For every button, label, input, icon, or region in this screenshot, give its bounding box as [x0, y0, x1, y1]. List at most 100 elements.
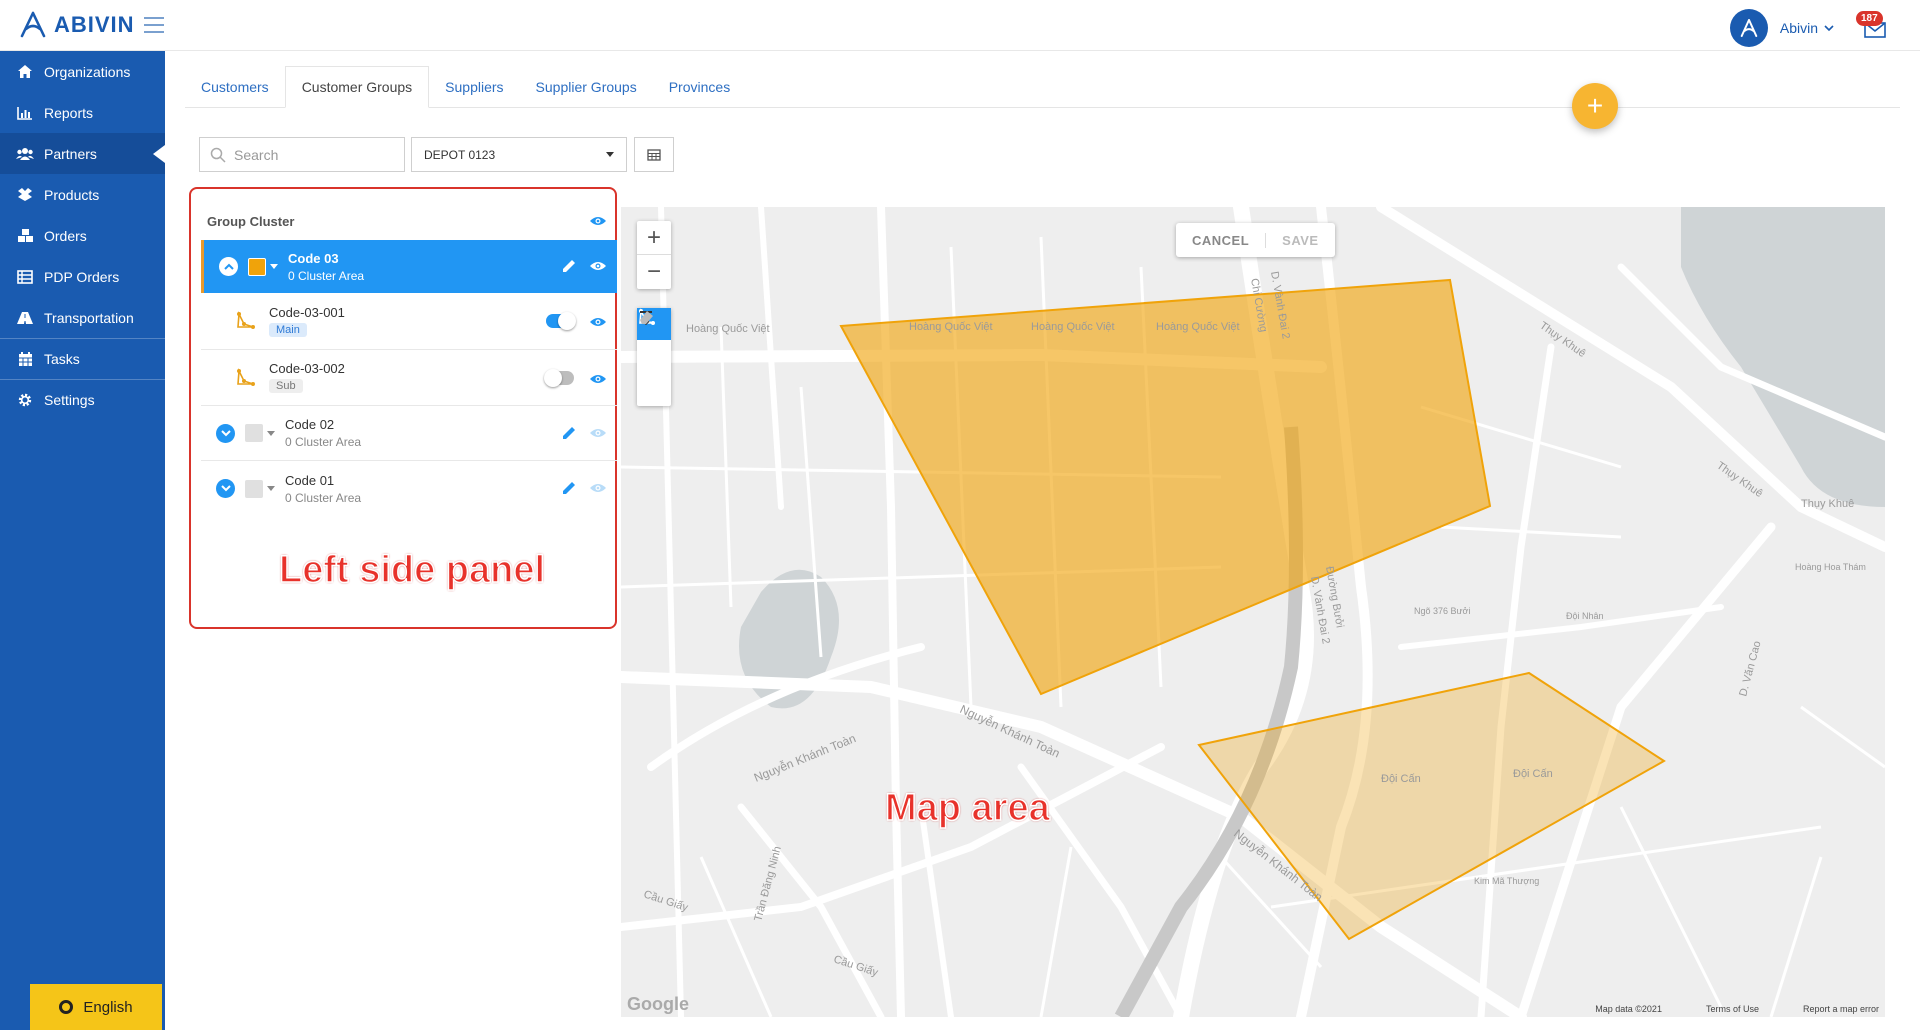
chevron-down-icon: [1824, 25, 1834, 32]
edit-shape-button[interactable]: [637, 311, 671, 372]
sidebar-item-tasks[interactable]: Tasks: [0, 338, 165, 379]
google-logo: Google: [627, 994, 689, 1014]
street-label: Kim Mã Thượng: [1474, 876, 1539, 886]
map-area-annotation: Map area: [884, 786, 1050, 830]
table-view-button[interactable]: [634, 137, 674, 172]
map-canvas[interactable]: Hoàng Quốc Việt Hoàng Quốc Việt Hoàng Qu…: [621, 207, 1885, 1017]
street-label: Hoàng Quốc Việt: [909, 321, 993, 333]
user-name: Abivin: [1779, 20, 1818, 36]
notification-badge: 187: [1856, 11, 1883, 26]
eye-icon[interactable]: [589, 373, 607, 385]
sidebar-item-organizations[interactable]: Organizations: [0, 51, 165, 92]
color-swatch[interactable]: [245, 424, 263, 442]
map-area[interactable]: Hoàng Quốc Việt Hoàng Quốc Việt Hoàng Qu…: [621, 207, 1885, 1017]
group-row-code-01[interactable]: Code 01 0 Cluster Area: [201, 461, 617, 516]
tab-provinces[interactable]: Provinces: [653, 66, 746, 108]
eye-icon[interactable]: [589, 427, 607, 439]
cluster-polygon-main: [839, 278, 1492, 696]
sidebar-item-label: Partners: [44, 145, 97, 162]
avatar[interactable]: [1729, 9, 1768, 47]
language-circle-icon: [59, 1000, 74, 1014]
user-menu[interactable]: Abivin: [1780, 20, 1834, 36]
cluster-row-code-03-002[interactable]: Code-03-002 Sub: [201, 350, 617, 406]
add-button[interactable]: +: [1572, 83, 1618, 129]
table-icon: [647, 148, 661, 161]
tab-supplier-groups[interactable]: Supplier Groups: [520, 66, 653, 108]
sidebar-item-products[interactable]: Products: [0, 174, 165, 215]
color-swatch[interactable]: [245, 479, 263, 498]
report-link[interactable]: Report a map error: [1803, 1004, 1879, 1014]
depot-value: DEPOT 0123: [424, 147, 496, 162]
group-code: Code 01: [285, 472, 335, 488]
street-label: D. Văn Cao: [1737, 640, 1763, 698]
app-logo-text: ABIVIN: [54, 12, 135, 37]
language-button[interactable]: English: [30, 984, 162, 1030]
sidebar-item-pdp-orders[interactable]: PDP Orders: [0, 256, 165, 297]
eye-icon[interactable]: [589, 316, 607, 328]
tag-sub: Sub: [269, 379, 303, 393]
expand-icon[interactable]: [216, 423, 235, 443]
tab-customer-groups[interactable]: Customer Groups: [284, 66, 430, 108]
group-subtitle: 0 Cluster Area: [288, 268, 365, 283]
map-edit-actions: CANCEL SAVE: [1176, 223, 1335, 257]
cluster-toggle[interactable]: [544, 369, 574, 387]
caret-down-icon: [606, 152, 614, 157]
language-label: English: [83, 998, 133, 1016]
partner-tabs: Customers Customer Groups Suppliers Supp…: [185, 66, 1900, 108]
cubes-icon: [16, 227, 34, 245]
save-button[interactable]: SAVE: [1266, 233, 1334, 248]
group-row-code-02[interactable]: Code 02 0 Cluster Area: [201, 406, 617, 461]
sidebar-item-transportation[interactable]: Transportation: [0, 297, 165, 338]
sidebar-item-label: Transportation: [44, 309, 134, 326]
depot-select[interactable]: DEPOT 0123: [411, 137, 627, 172]
caret-down-icon[interactable]: [270, 264, 278, 269]
left-panel-annotation: Left side panel: [278, 548, 546, 592]
edit-pencil-icon[interactable]: [561, 258, 577, 274]
sidebar-item-reports[interactable]: Reports: [0, 92, 165, 133]
edit-pencil-icon[interactable]: [561, 425, 577, 441]
abivin-avatar-icon: [1740, 18, 1758, 38]
street-label: Đội Cấn: [1381, 773, 1421, 785]
gear-icon: [16, 391, 34, 409]
list-icon: [16, 268, 34, 286]
abivin-logo-icon: [20, 11, 46, 38]
eye-icon[interactable]: [589, 482, 607, 494]
map-data-text: Map data ©2021: [1595, 1004, 1662, 1014]
caret-down-icon[interactable]: [267, 430, 275, 436]
zoom-in-button[interactable]: +: [637, 221, 671, 255]
caret-down-icon[interactable]: [267, 486, 275, 491]
tab-suppliers[interactable]: Suppliers: [429, 66, 519, 108]
cancel-button[interactable]: CANCEL: [1176, 232, 1267, 248]
expand-icon[interactable]: [216, 479, 235, 498]
zoom-controls: + −: [637, 221, 671, 289]
tab-customers[interactable]: Customers: [185, 66, 285, 108]
edit-pencil-icon[interactable]: [561, 480, 577, 496]
search-icon: [210, 147, 226, 163]
collapse-icon[interactable]: [219, 257, 238, 276]
color-swatch[interactable]: [248, 257, 266, 276]
group-subtitle: 0 Cluster Area: [285, 435, 362, 449]
notification-button[interactable]: 187: [1856, 11, 1890, 43]
users-icon: [16, 145, 34, 163]
group-subtitle: 0 Cluster Area: [285, 490, 362, 505]
cluster-row-code-03-001[interactable]: Code-03-001 Main: [201, 293, 617, 350]
terms-link[interactable]: Terms of Use: [1706, 1004, 1759, 1014]
sidebar-item-settings[interactable]: Settings: [0, 379, 165, 420]
cluster-polygon-sub: [1197, 671, 1666, 941]
sidebar-item-orders[interactable]: Orders: [0, 215, 165, 256]
group-row-code-03[interactable]: Code 03 0 Cluster Area: [201, 240, 617, 293]
app-logo[interactable]: ABIVIN: [18, 10, 135, 40]
sidebar-item-label: Tasks: [44, 351, 80, 367]
search-input[interactable]: [234, 146, 394, 163]
zoom-out-button[interactable]: −: [637, 255, 671, 289]
eye-icon[interactable]: [589, 215, 607, 227]
sidebar: Organizations Reports Partners Products …: [0, 51, 165, 1030]
cluster-toggle[interactable]: [546, 312, 576, 330]
eye-icon[interactable]: [589, 260, 607, 272]
boxes-icon: [16, 186, 34, 204]
eraser-button[interactable]: [637, 311, 671, 404]
menu-toggle-icon[interactable]: [144, 17, 164, 33]
drawing-tools: [637, 308, 671, 406]
panel-title: Group Cluster: [207, 214, 295, 229]
sidebar-item-partners[interactable]: Partners: [0, 133, 165, 174]
